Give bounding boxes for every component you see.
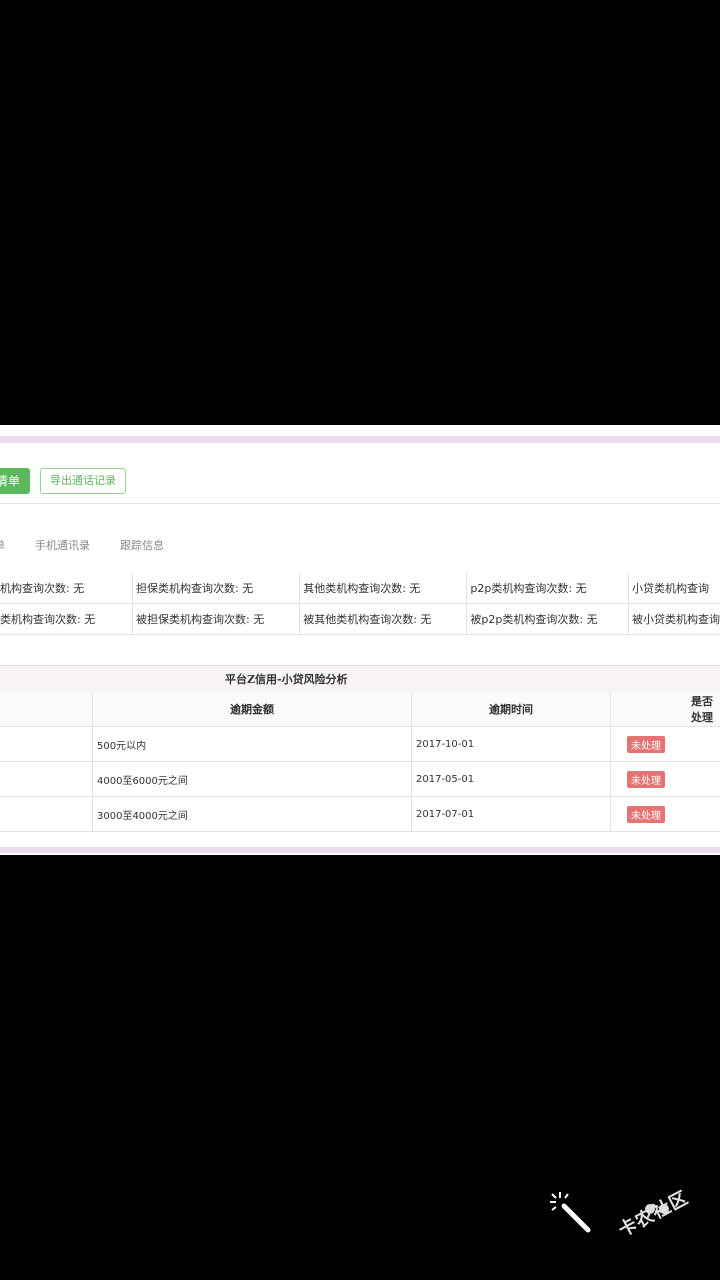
tab-truncated[interactable]: 单 bbox=[0, 537, 5, 553]
column-header-handled: 是否处理 bbox=[610, 692, 720, 727]
date-cell: 2017-10-01 bbox=[411, 726, 611, 762]
grid-cell: 被p2p类机构查询次数: 无 bbox=[466, 603, 629, 635]
tab-phone-contacts[interactable]: 手机通讯录 bbox=[35, 537, 90, 553]
row-cell bbox=[0, 796, 93, 832]
risk-section-title: 平台Z信用-小贷风险分析 bbox=[225, 673, 348, 686]
export-call-records-button[interactable]: 导出通话记录 bbox=[40, 468, 126, 494]
checklist-button[interactable]: 清单 bbox=[0, 468, 30, 494]
column-header bbox=[0, 692, 93, 727]
grid-cell: 机构查询次数: 无 bbox=[0, 573, 134, 604]
grid-cell: 小贷类机构查询 bbox=[628, 573, 720, 604]
amount-cell: 500元以内 bbox=[92, 726, 412, 762]
table-row: 机构查询次数: 无 担保类机构查询次数: 无 其他类机构查询次数: 无 p2p类… bbox=[0, 573, 720, 604]
date-cell: 2017-07-01 bbox=[411, 796, 611, 832]
table-row: 3000至4000元之间 2017-07-01 未处理 bbox=[0, 796, 720, 832]
table-row: 500元以内 2017-10-01 未处理 bbox=[0, 726, 720, 762]
watermark-text: 卡农社区 bbox=[615, 1187, 693, 1242]
column-header-amount: 逾期金额 bbox=[92, 692, 412, 727]
grid-cell: 被小贷类机构查询 bbox=[628, 603, 720, 635]
magic-wand-icon[interactable] bbox=[548, 1190, 594, 1236]
status-badge: 未处理 bbox=[627, 805, 665, 823]
row-cell bbox=[0, 761, 93, 797]
tab-tracking-info[interactable]: 跟踪信息 bbox=[120, 537, 164, 553]
status-cell: 未处理 bbox=[610, 761, 720, 797]
table-row: 4000至6000元之间 2017-05-01 未处理 bbox=[0, 761, 720, 797]
grid-cell: 类机构查询次数: 无 bbox=[0, 603, 134, 635]
screenshot-panel: 清单 导出通话记录 单 手机通讯录 跟踪信息 机构查询次数: 无 担保类机构查询… bbox=[0, 425, 720, 855]
status-badge: 未处理 bbox=[627, 770, 665, 788]
grid-cell: 被担保类机构查询次数: 无 bbox=[132, 603, 301, 635]
table-row: 类机构查询次数: 无 被担保类机构查询次数: 无 被其他类机构查询次数: 无 被… bbox=[0, 603, 720, 635]
grid-cell: 担保类机构查询次数: 无 bbox=[132, 573, 301, 604]
amount-cell: 3000至4000元之间 bbox=[92, 796, 412, 832]
grid-cell: 其他类机构查询次数: 无 bbox=[299, 573, 468, 604]
status-cell: 未处理 bbox=[610, 726, 720, 762]
top-divider-strip bbox=[0, 436, 720, 443]
risk-section-header: 平台Z信用-小贷风险分析 bbox=[0, 665, 720, 693]
amount-cell: 4000至6000元之间 bbox=[92, 761, 412, 797]
risk-table: 逾期金额 逾期时间 是否处理 500元以内 2017-10-01 未处理 400… bbox=[0, 692, 720, 832]
toolbar-divider bbox=[0, 503, 720, 504]
grid-cell: p2p类机构查询次数: 无 bbox=[466, 573, 629, 604]
status-cell: 未处理 bbox=[610, 796, 720, 832]
query-count-grid: 机构查询次数: 无 担保类机构查询次数: 无 其他类机构查询次数: 无 p2p类… bbox=[0, 573, 720, 635]
grid-cell: 被其他类机构查询次数: 无 bbox=[299, 603, 468, 635]
status-badge: 未处理 bbox=[627, 735, 665, 753]
row-cell bbox=[0, 726, 93, 762]
bottom-divider-strip bbox=[0, 847, 720, 853]
column-header-date: 逾期时间 bbox=[411, 692, 611, 727]
table-header-row: 逾期金额 逾期时间 是否处理 bbox=[0, 692, 720, 727]
date-cell: 2017-05-01 bbox=[411, 761, 611, 797]
